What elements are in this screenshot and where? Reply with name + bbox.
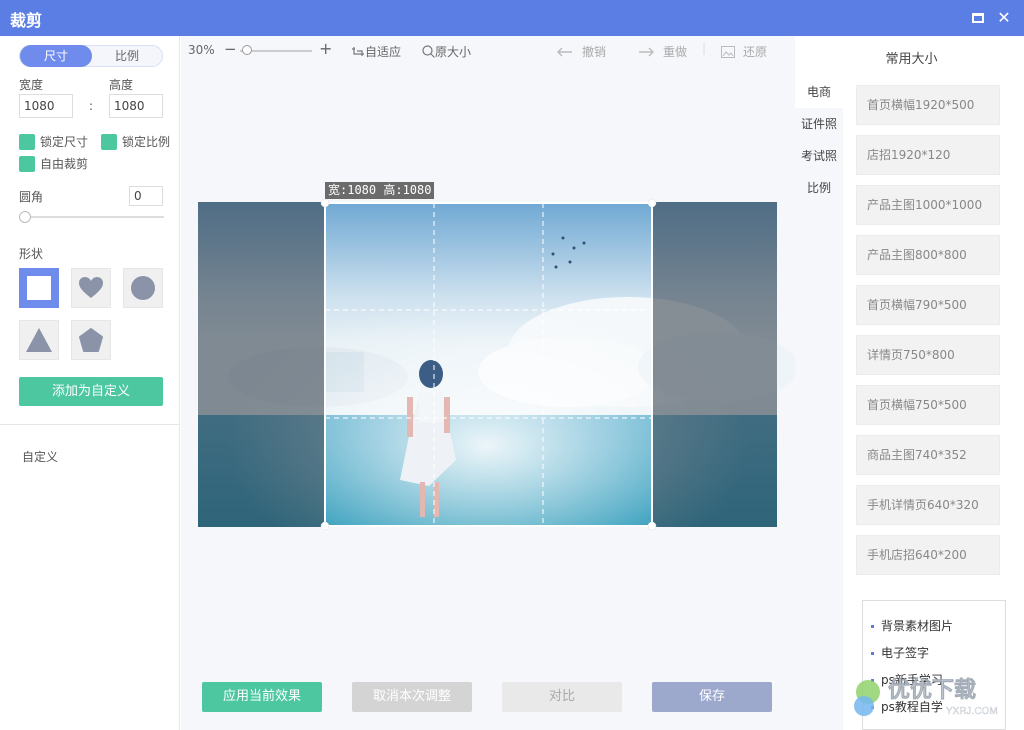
- fit-button[interactable]: 自适应: [351, 43, 401, 60]
- category-ratio[interactable]: 比例: [795, 172, 843, 204]
- lock-ratio-checkbox[interactable]: 锁定比例: [101, 134, 170, 150]
- common-sizes-title: 常用大小: [885, 52, 938, 67]
- triangle-icon: [26, 328, 52, 352]
- popup-link-label: 背景素材图片: [881, 619, 954, 633]
- size-preset[interactable]: 商品主图740*352: [856, 435, 1000, 475]
- heart-shape-button[interactable]: [71, 268, 111, 308]
- pentagon-shape-button[interactable]: [71, 320, 111, 360]
- crop-dimensions-badge: 宽:1080 高:1080: [325, 182, 435, 199]
- corner-radius-slider[interactable]: [24, 216, 164, 218]
- maximize-icon[interactable]: [968, 8, 988, 28]
- size-preset[interactable]: 产品主图1000*1000: [856, 185, 1000, 225]
- category-ecommerce[interactable]: 电商: [795, 76, 843, 108]
- height-label: 高度: [109, 78, 134, 92]
- category-list: 电商 证件照 考试照 比例: [795, 76, 843, 730]
- watermark-logo: 优优下载 YXRJ.COM: [854, 677, 998, 717]
- height-input[interactable]: 1080: [109, 94, 163, 118]
- add-custom-button[interactable]: 添加为自定义: [19, 377, 163, 406]
- right-panel: 常用大小 电商 证件照 考试照 比例 首页横幅1920*500 店招1920*1…: [795, 36, 1024, 730]
- width-label: 宽度: [19, 78, 44, 92]
- lock-ratio-label: 锁定比例: [122, 135, 171, 149]
- toolbar-divider: |: [702, 41, 707, 55]
- image-icon: [721, 46, 735, 58]
- circle-icon: [131, 276, 155, 300]
- restore-label: 还原: [743, 45, 768, 59]
- fit-label: 自适应: [365, 45, 402, 59]
- undo-label: 撤销: [582, 45, 607, 59]
- size-preset[interactable]: 产品主图800*800: [856, 235, 1000, 275]
- tab-size[interactable]: 尺寸: [20, 45, 92, 67]
- size-preset[interactable]: 手机店招640*200: [856, 535, 1000, 575]
- close-icon[interactable]: ✕: [994, 8, 1014, 28]
- free-crop-label: 自由裁剪: [40, 157, 89, 171]
- zoom-slider-handle[interactable]: [242, 45, 252, 55]
- corner-radius-input[interactable]: 0: [129, 186, 163, 206]
- lock-size-checkbox[interactable]: 锁定尺寸: [19, 134, 88, 150]
- size-preset[interactable]: 首页横幅750*500: [856, 385, 1000, 425]
- size-preset[interactable]: 首页横幅1920*500: [856, 85, 1000, 125]
- size-preset[interactable]: 店招1920*120: [856, 135, 1000, 175]
- width-input[interactable]: 1080: [19, 94, 73, 118]
- canvas-area: 30% − + 自适应 原大小 撤销 重做 | 还原 宽:1080 高:1080…: [181, 36, 798, 730]
- triangle-shape-button[interactable]: [19, 320, 59, 360]
- cancel-adjust-button[interactable]: 取消本次调整: [352, 682, 472, 712]
- category-id-photo[interactable]: 证件照: [795, 108, 843, 140]
- tab-ratio[interactable]: 比例: [92, 46, 162, 66]
- crop-fit-icon: [352, 47, 364, 56]
- undo-arrow-icon: [557, 47, 572, 57]
- redo-arrow-icon: [639, 47, 654, 57]
- watermark-text: 优优下载: [888, 677, 976, 702]
- popup-link[interactable]: 电子签字: [871, 644, 929, 661]
- free-crop-checkbox[interactable]: 自由裁剪: [19, 156, 88, 172]
- original-size-button[interactable]: 原大小: [422, 43, 471, 60]
- pentagon-icon: [79, 328, 103, 352]
- window-title: 裁剪: [10, 11, 43, 30]
- original-size-label: 原大小: [435, 45, 472, 59]
- square-shape-button[interactable]: [19, 268, 59, 308]
- save-button[interactable]: 保存: [652, 682, 772, 712]
- zoom-out-icon[interactable]: −: [224, 40, 237, 58]
- custom-section-label: 自定义: [22, 450, 59, 464]
- category-exam-photo[interactable]: 考试照: [795, 140, 843, 172]
- mode-tabs: 尺寸 比例: [19, 45, 163, 67]
- title-bar: 裁剪 ✕: [0, 0, 1024, 36]
- heart-icon: [79, 277, 103, 298]
- circle-shape-button[interactable]: [123, 268, 163, 308]
- size-preset[interactable]: 首页横幅790*500: [856, 285, 1000, 325]
- compare-button[interactable]: 对比: [502, 682, 622, 712]
- square-icon: [27, 276, 51, 300]
- shape-label: 形状: [19, 247, 44, 261]
- crop-image[interactable]: [198, 198, 798, 531]
- zoom-level: 30%: [188, 43, 215, 57]
- undo-button[interactable]: 撤销: [557, 43, 606, 60]
- watermark-subtext: YXRJ.COM: [946, 706, 998, 717]
- redo-button[interactable]: 重做: [638, 43, 687, 60]
- size-preset[interactable]: 详情页750*800: [856, 335, 1000, 375]
- left-panel: 尺寸 比例 宽度 高度 1080 : 1080 锁定尺寸 锁定比例 自由裁剪 圆…: [0, 36, 180, 730]
- corner-radius-label: 圆角: [19, 190, 44, 204]
- size-preset[interactable]: 手机详情页640*320: [856, 485, 1000, 525]
- apply-button[interactable]: 应用当前效果: [202, 682, 322, 712]
- zoom-in-icon[interactable]: +: [319, 39, 332, 58]
- restore-button[interactable]: 还原: [721, 43, 767, 60]
- lock-size-label: 锁定尺寸: [40, 135, 89, 149]
- slider-handle[interactable]: [19, 211, 31, 223]
- divider: [0, 424, 180, 425]
- magnifier-icon: [422, 45, 435, 58]
- popup-link[interactable]: 背景素材图片: [871, 617, 953, 634]
- popup-link-label: 电子签字: [881, 646, 930, 660]
- colon-separator: :: [89, 99, 94, 113]
- redo-label: 重做: [663, 45, 688, 59]
